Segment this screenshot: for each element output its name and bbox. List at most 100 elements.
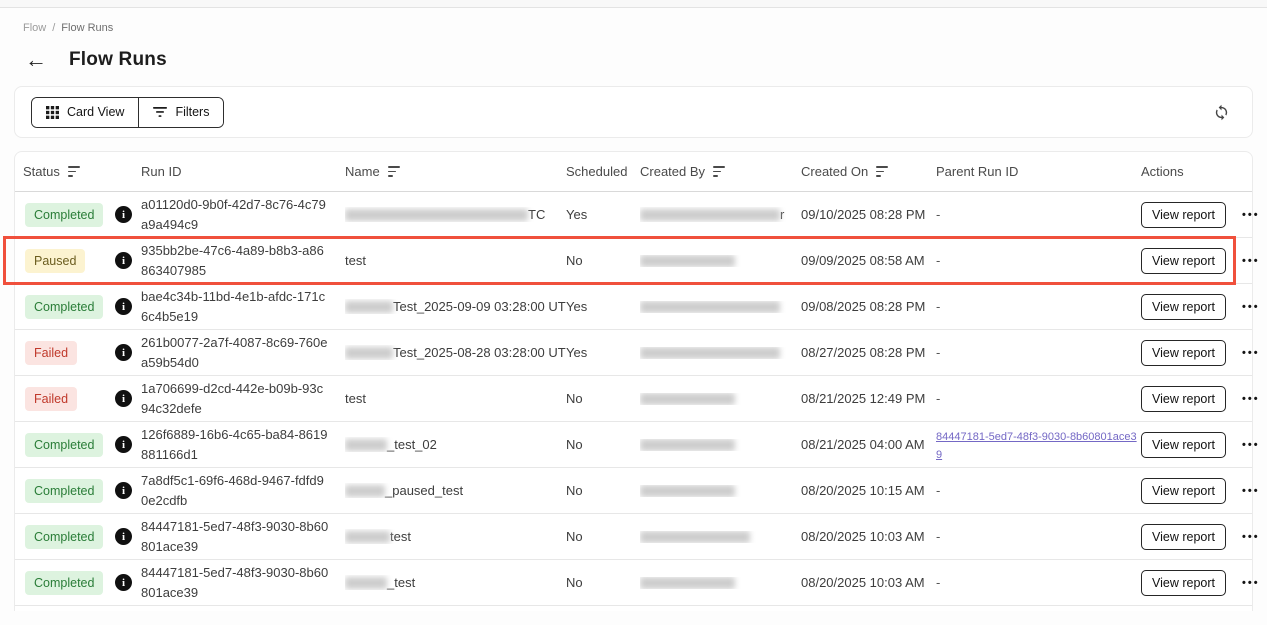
scheduled-value: No — [566, 391, 640, 406]
breadcrumb-flow-runs[interactable]: Flow Runs — [61, 22, 113, 34]
redacted-creator-segment — [640, 531, 750, 543]
flow-name: test — [345, 529, 566, 544]
column-header-status[interactable]: Status — [23, 164, 115, 179]
view-report-button[interactable]: View report — [1141, 340, 1226, 366]
more-actions-icon[interactable]: ••• — [1240, 299, 1262, 315]
view-report-button[interactable]: View report — [1141, 478, 1226, 504]
column-header-scheduled: Scheduled — [566, 164, 640, 179]
view-report-button[interactable]: View report — [1141, 524, 1226, 550]
info-icon[interactable]: i — [115, 252, 132, 269]
parent-run-id-empty: - — [936, 207, 1141, 222]
breadcrumb-separator: / — [52, 22, 55, 34]
table-body: Completedia01120d0-9b0f-42d7-8c76-4c79a9… — [15, 192, 1252, 606]
column-header-label: Status — [23, 164, 60, 179]
info-icon[interactable]: i — [115, 206, 132, 223]
redacted-creator-segment — [640, 439, 735, 451]
created-on: 08/21/2025 12:49 PM — [801, 391, 936, 406]
run-id: 261b0077-2a7f-4087-8c69-760ea59b54d0 — [141, 333, 345, 372]
column-header-label: Name — [345, 164, 380, 179]
redacted-name-segment — [345, 301, 393, 313]
status-badge: Failed — [25, 341, 77, 365]
status-badge: Completed — [25, 203, 103, 227]
more-actions-icon[interactable]: ••• — [1240, 483, 1262, 499]
sort-icon[interactable] — [876, 166, 888, 176]
more-actions-icon[interactable]: ••• — [1240, 575, 1262, 591]
filters-label: Filters — [175, 105, 209, 119]
table-row: Pausedi935bb2be-47c6-4a89-b8b3-a86863407… — [15, 238, 1252, 284]
table-header-row: Status Run IDName Scheduled Created ByCreat… — [15, 152, 1252, 192]
column-header-run-id: Run ID — [141, 164, 345, 179]
info-icon[interactable]: i — [115, 482, 132, 499]
sort-icon[interactable] — [713, 166, 725, 176]
created-on: 09/09/2025 08:58 AM — [801, 253, 936, 268]
run-id: 7a8df5c1-69f6-468d-9467-fdfd90e2cdfb — [141, 471, 345, 510]
parent-run-id-link[interactable]: 84447181-5ed7-48f3-9030-8b60801ace39 — [936, 431, 1137, 461]
more-actions-icon[interactable]: ••• — [1240, 253, 1262, 269]
column-header-name[interactable]: Name — [345, 164, 566, 179]
created-by-text: r — [780, 207, 784, 222]
flow-name-text: test — [345, 391, 366, 406]
redacted-name-segment — [345, 209, 528, 221]
more-actions-icon[interactable]: ••• — [1240, 437, 1262, 453]
flow-name-text: _test_02 — [387, 437, 437, 452]
run-id: bae4c34b-11bd-4e1b-afdc-171c6c4b5e19 — [141, 287, 345, 326]
info-icon[interactable]: i — [115, 390, 132, 407]
parent-run-id-empty: - — [936, 391, 1141, 406]
view-filter-button-group: Card View Filters — [31, 97, 224, 128]
created-by — [640, 255, 801, 267]
more-actions-icon[interactable]: ••• — [1240, 529, 1262, 545]
column-header-created-by[interactable]: Created By — [640, 164, 801, 179]
info-icon[interactable]: i — [115, 574, 132, 591]
more-actions-icon[interactable]: ••• — [1240, 207, 1262, 223]
flow-name: Test_2025-08-28 03:28:00 UTC — [345, 345, 566, 360]
column-header-created-on[interactable]: Created On — [801, 164, 936, 179]
run-id: 126f6889-16b6-4c65-ba84-8619881166d1 — [141, 425, 345, 464]
scheduled-value: Yes — [566, 299, 640, 314]
scheduled-value: No — [566, 529, 640, 544]
created-on: 08/20/2025 10:03 AM — [801, 575, 936, 590]
refresh-button[interactable] — [1209, 100, 1234, 125]
run-id: 84447181-5ed7-48f3-9030-8b60801ace39 — [141, 563, 345, 602]
flow-name: Test_2025-09-09 03:28:00 UTC — [345, 299, 566, 314]
created-by — [640, 347, 801, 359]
view-report-button[interactable]: View report — [1141, 294, 1226, 320]
actions-cell: View report ••• — [1141, 432, 1262, 458]
actions-cell: View report ••• — [1141, 294, 1262, 320]
column-header-label: Scheduled — [566, 164, 627, 179]
table-row: Completedi84447181-5ed7-48f3-9030-8b6080… — [15, 514, 1252, 560]
filters-button[interactable]: Filters — [138, 98, 223, 127]
view-report-button[interactable]: View report — [1141, 202, 1226, 228]
actions-cell: View report ••• — [1141, 478, 1262, 504]
created-on: 09/10/2025 08:28 PM — [801, 207, 936, 222]
view-report-button[interactable]: View report — [1141, 386, 1226, 412]
run-id: 1a706699-d2cd-442e-b09b-93c94c32defe — [141, 379, 345, 418]
page-title: Flow Runs — [69, 49, 167, 71]
more-actions-icon[interactable]: ••• — [1240, 391, 1262, 407]
view-report-button[interactable]: View report — [1141, 248, 1226, 274]
back-arrow-icon[interactable]: ← — [25, 49, 47, 71]
table-row: Completedi84447181-5ed7-48f3-9030-8b6080… — [15, 560, 1252, 606]
more-actions-icon[interactable]: ••• — [1240, 345, 1262, 361]
view-report-button[interactable]: View report — [1141, 570, 1226, 596]
sort-icon[interactable] — [388, 166, 400, 176]
flow-name: test — [345, 253, 566, 268]
info-icon[interactable]: i — [115, 436, 132, 453]
status-badge: Completed — [25, 479, 103, 503]
breadcrumb: Flow / Flow Runs — [0, 8, 1267, 34]
view-report-button[interactable]: View report — [1141, 432, 1226, 458]
redacted-creator-segment — [640, 485, 735, 497]
redacted-name-segment — [345, 577, 387, 589]
info-icon[interactable]: i — [115, 344, 132, 361]
info-icon[interactable]: i — [115, 298, 132, 315]
table-row: Failed i 261b0077-2a7f-4087-8c69-760ea59b5… — [15, 330, 1252, 376]
redacted-name-segment — [345, 347, 393, 359]
card-view-button[interactable]: Card View — [32, 98, 138, 127]
breadcrumb-flow[interactable]: Flow — [23, 22, 46, 34]
table-row: Completedi126f6889-16b6-4c65-ba84-861988… — [15, 422, 1252, 468]
flow-name: _paused_test — [345, 483, 566, 498]
scheduled-value: Yes — [566, 345, 640, 360]
status-badge: Failed — [25, 387, 77, 411]
sort-icon[interactable] — [68, 166, 80, 176]
created-on: 08/27/2025 08:28 PM — [801, 345, 936, 360]
info-icon[interactable]: i — [115, 528, 132, 545]
